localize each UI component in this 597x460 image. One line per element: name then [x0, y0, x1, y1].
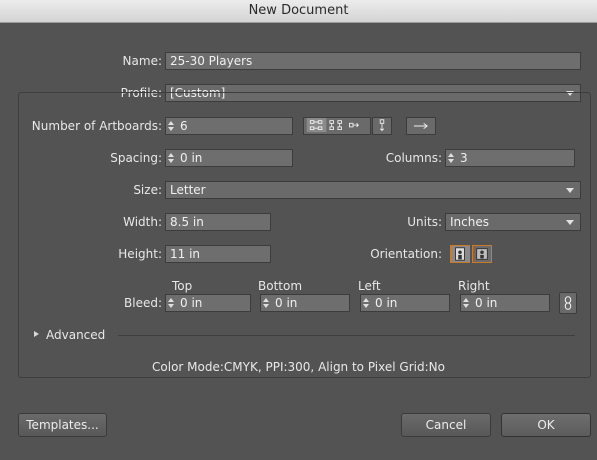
- window-title: New Document: [0, 0, 597, 23]
- columns-stepper[interactable]: 3: [445, 149, 575, 167]
- advanced-disclosure[interactable]: Advanced: [22, 328, 575, 342]
- artboard-layout-group: [303, 117, 371, 135]
- units-dropdown[interactable]: Inches: [445, 213, 581, 231]
- bleed-label: Bleed:: [124, 296, 162, 310]
- advanced-divider: [118, 335, 575, 336]
- height-field[interactable]: 11 in: [165, 245, 271, 263]
- bleed-top-stepper[interactable]: 0 in: [165, 294, 251, 312]
- size-value: Letter: [170, 183, 206, 197]
- artboards-stepper[interactable]: 6: [165, 117, 293, 135]
- bleed-bottom-value: 0 in: [275, 296, 298, 310]
- bleed-left-label: Left: [358, 279, 381, 293]
- bleed-bottom-stepper[interactable]: 0 in: [260, 294, 350, 312]
- landscape-orientation-button[interactable]: [472, 245, 492, 263]
- spacing-label: Spacing:: [110, 151, 162, 165]
- width-field[interactable]: 8.5 in: [165, 213, 271, 231]
- units-label: Units:: [407, 215, 442, 229]
- bleed-right-stepper[interactable]: 0 in: [460, 294, 550, 312]
- orientation-label: Orientation:: [370, 247, 442, 261]
- bleed-top-value: 0 in: [180, 296, 203, 310]
- arrange-by-column-icon[interactable]: [372, 117, 392, 135]
- disclosure-triangle-icon: [34, 331, 39, 337]
- document-summary: Color Mode:CMYK, PPI:300, Align to Pixel…: [152, 360, 445, 374]
- columns-label: Columns:: [385, 151, 442, 165]
- bleed-bottom-label: Bottom: [258, 279, 303, 293]
- stepper-arrows-icon[interactable]: [446, 150, 456, 166]
- bleed-left-value: 0 in: [375, 296, 398, 310]
- bleed-right-value: 0 in: [475, 296, 498, 310]
- stepper-arrows-icon[interactable]: [361, 295, 371, 311]
- spacing-stepper[interactable]: 0 in: [165, 149, 293, 167]
- link-glyph: [564, 296, 572, 310]
- bleed-left-stepper[interactable]: 0 in: [360, 294, 450, 312]
- width-label: Width:: [123, 215, 162, 229]
- right-arrow-glyph: [413, 122, 428, 130]
- bleed-top-label: Top: [172, 279, 193, 293]
- arrange-by-column-glyph: [379, 119, 385, 132]
- portrait-orientation-button[interactable]: [450, 245, 470, 263]
- artboard-layout-glyphs: [306, 118, 359, 133]
- artboards-value: 6: [180, 119, 188, 133]
- chevron-down-icon: [566, 188, 574, 193]
- name-field[interactable]: 25-30 Players: [165, 52, 581, 70]
- stepper-arrows-icon[interactable]: [261, 295, 271, 311]
- size-label: Size:: [133, 183, 162, 197]
- portrait-icon: [455, 247, 465, 261]
- units-value: Inches: [450, 215, 489, 229]
- link-icon[interactable]: [559, 292, 577, 314]
- stepper-arrows-icon[interactable]: [461, 295, 471, 311]
- height-label: Height:: [118, 247, 162, 261]
- stepper-arrows-icon[interactable]: [166, 150, 176, 166]
- right-arrow-icon[interactable]: [406, 117, 436, 135]
- name-label: Name:: [122, 54, 162, 68]
- ok-button[interactable]: OK: [501, 413, 591, 437]
- bleed-right-label: Right: [458, 279, 490, 293]
- columns-value: 3: [460, 151, 468, 165]
- stepper-arrows-icon[interactable]: [166, 118, 176, 134]
- cancel-button[interactable]: Cancel: [401, 413, 491, 437]
- landscape-icon: [476, 248, 488, 260]
- advanced-label: Advanced: [46, 328, 106, 342]
- size-dropdown[interactable]: Letter: [165, 181, 581, 199]
- spacing-value: 0 in: [180, 151, 203, 165]
- chevron-down-icon: [566, 220, 574, 225]
- artboards-label: Number of Artboards:: [31, 119, 162, 133]
- templates-button[interactable]: Templates...: [18, 413, 107, 437]
- new-document-dialog: New Document Name: 25-30 Players Profile…: [0, 0, 597, 460]
- stepper-arrows-icon[interactable]: [166, 295, 176, 311]
